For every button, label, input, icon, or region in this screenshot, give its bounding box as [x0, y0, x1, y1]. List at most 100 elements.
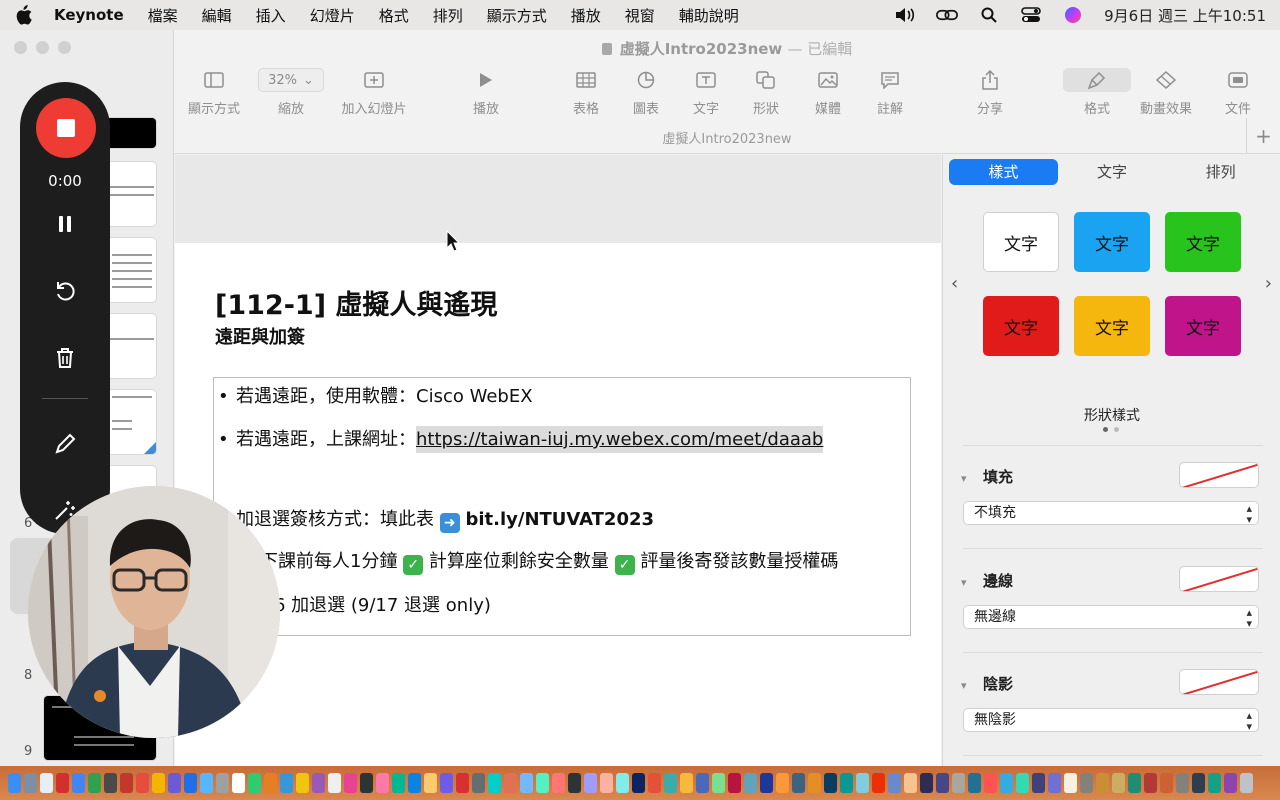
app-icon[interactable] — [792, 773, 805, 793]
menu-insert[interactable]: 插入 — [256, 5, 286, 26]
style-card-magenta[interactable]: 文字 — [1165, 296, 1241, 356]
app-icon[interactable] — [968, 773, 981, 793]
app-icon[interactable] — [904, 773, 917, 793]
delete-recording-button[interactable] — [53, 346, 77, 370]
app-icon[interactable] — [376, 773, 389, 793]
tab-text[interactable]: 文字 — [1058, 159, 1167, 185]
app-icon[interactable] — [136, 773, 149, 793]
app-icon[interactable] — [984, 773, 997, 793]
app-icon[interactable] — [680, 773, 693, 793]
app-icon[interactable] — [152, 773, 165, 793]
app-icon[interactable] — [648, 773, 661, 793]
menu-arrange[interactable]: 排列 — [433, 5, 463, 26]
shape-button[interactable]: 形狀 — [744, 68, 788, 117]
document-button[interactable]: 文件 — [1216, 68, 1260, 117]
app-icon[interactable] — [472, 773, 485, 793]
app-icon[interactable] — [552, 773, 565, 793]
app-icon[interactable] — [600, 773, 613, 793]
app-icon[interactable] — [56, 773, 69, 793]
app-icon[interactable] — [1176, 773, 1189, 793]
app-icon[interactable] — [200, 773, 213, 793]
text-button[interactable]: 文字 — [684, 68, 728, 117]
shadow-color-well[interactable] — [1179, 669, 1259, 695]
app-icon[interactable] — [440, 773, 453, 793]
app-icon[interactable] — [1144, 773, 1157, 793]
app-icon[interactable] — [120, 773, 133, 793]
play-button[interactable]: 播放 — [464, 68, 508, 117]
app-icon[interactable] — [88, 773, 101, 793]
app-icon[interactable] — [24, 773, 37, 793]
new-tab-button[interactable]: + — [1246, 118, 1280, 154]
app-icon[interactable] — [856, 773, 869, 793]
menu-play[interactable]: 播放 — [571, 5, 601, 26]
app-icon[interactable] — [536, 773, 549, 793]
window-zoom-button[interactable] — [58, 41, 71, 54]
app-icon[interactable] — [1160, 773, 1173, 793]
app-icon[interactable] — [1000, 773, 1013, 793]
app-icon[interactable] — [1016, 773, 1029, 793]
app-icon[interactable] — [392, 773, 405, 793]
app-icon[interactable] — [1192, 773, 1205, 793]
app-icon[interactable] — [184, 773, 197, 793]
app-icon[interactable] — [104, 773, 117, 793]
app-icon[interactable] — [72, 773, 85, 793]
menu-view[interactable]: 顯示方式 — [487, 5, 547, 26]
comment-button[interactable]: 註解 — [868, 68, 912, 117]
app-icon[interactable] — [1096, 773, 1109, 793]
window-minimize-button[interactable] — [36, 41, 49, 54]
app-icon[interactable] — [824, 773, 837, 793]
app-icon[interactable] — [1224, 773, 1237, 793]
webex-link[interactable]: https://taiwan-iuj.my.webex.com/meet/daa… — [416, 426, 824, 453]
menubar-clock[interactable]: 9月6日 週三 上午10:51 — [1104, 5, 1266, 26]
app-icon[interactable] — [808, 773, 821, 793]
link-icon[interactable] — [936, 6, 959, 24]
slide[interactable]: [112-1] 虛擬人與遙現 遠距與加簽 • 若遇遠距，使用軟體：Cisco We… — [175, 243, 941, 766]
app-icon[interactable] — [632, 773, 645, 793]
fill-color-well[interactable] — [1179, 462, 1259, 488]
app-icon[interactable] — [952, 773, 965, 793]
app-icon[interactable] — [1128, 773, 1141, 793]
app-icon[interactable] — [248, 773, 261, 793]
fill-section-toggle[interactable]: ▾ 填充 — [961, 466, 1013, 487]
app-icon[interactable] — [504, 773, 517, 793]
fill-select[interactable]: 不填充 ▴ ▾ — [963, 501, 1259, 525]
app-icon[interactable] — [488, 773, 501, 793]
volume-icon[interactable] — [894, 6, 916, 24]
app-icon[interactable] — [424, 773, 437, 793]
app-icon[interactable] — [664, 773, 677, 793]
app-icon[interactable] — [568, 773, 581, 793]
app-icon[interactable] — [616, 773, 629, 793]
chart-button[interactable]: 圖表 — [624, 68, 668, 117]
border-select[interactable]: 無邊線 ▴ ▾ — [963, 605, 1259, 629]
app-icon[interactable] — [328, 773, 341, 793]
search-icon[interactable] — [978, 6, 1000, 24]
app-icon[interactable] — [40, 773, 53, 793]
app-icon[interactable] — [1208, 773, 1221, 793]
animate-button[interactable]: 動畫效果 — [1134, 68, 1198, 117]
app-icon[interactable] — [920, 773, 933, 793]
annotate-button[interactable] — [53, 432, 77, 456]
zoom-value[interactable]: 32% — [268, 73, 297, 88]
add-slide-button[interactable]: 加入幻燈片 — [334, 68, 414, 117]
restart-button[interactable] — [53, 279, 77, 303]
border-section-toggle[interactable]: ▾ 邊線 — [961, 570, 1013, 591]
menu-app-name[interactable]: Keynote — [54, 6, 124, 24]
chevron-right-icon[interactable]: › — [1265, 273, 1272, 294]
stop-recording-button[interactable] — [36, 98, 96, 158]
slide-subtitle[interactable]: 遠距與加簽 — [215, 323, 305, 349]
app-icon[interactable] — [1032, 773, 1045, 793]
tab-style[interactable]: 樣式 — [949, 159, 1058, 185]
document-tab[interactable]: 虛擬人Intro2023new — [174, 128, 1280, 147]
app-icon[interactable] — [168, 773, 181, 793]
app-icon[interactable] — [744, 773, 757, 793]
app-icon[interactable] — [280, 773, 293, 793]
page-dots[interactable] — [1103, 427, 1119, 432]
style-card-green[interactable]: 文字 — [1165, 212, 1241, 272]
app-icon[interactable] — [360, 773, 373, 793]
app-icon[interactable] — [1112, 773, 1125, 793]
slide-canvas[interactable]: [112-1] 虛擬人與遙現 遠距與加簽 • 若遇遠距，使用軟體：Cisco We… — [175, 155, 941, 766]
format-button[interactable]: 格式 — [1062, 68, 1132, 117]
app-icon[interactable] — [712, 773, 725, 793]
app-icon[interactable] — [1048, 773, 1061, 793]
form-link[interactable]: bit.ly/NTUVAT2023 — [465, 509, 654, 530]
